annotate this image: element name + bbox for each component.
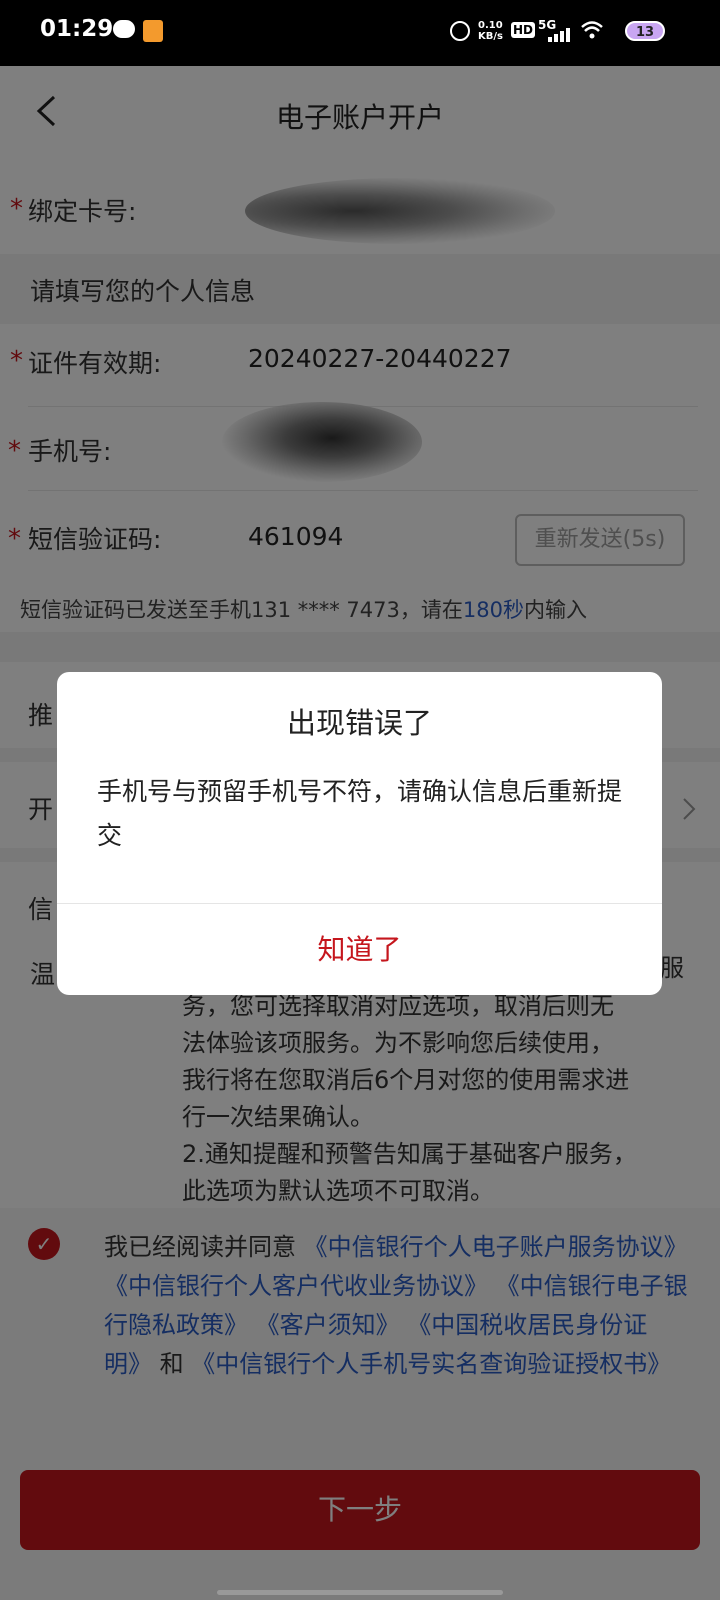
battery-indicator: 13 [625,21,665,41]
net-speed: 0.10 KB/s [478,20,503,42]
hd-icon: HD [511,22,536,38]
status-time: 01:29 [40,16,114,42]
wifi-icon [580,20,604,40]
dialog-title: 出现错误了 [286,706,432,740]
dialog-ok-button[interactable]: 知道了 [57,904,662,995]
signal-icon [548,28,572,42]
chat-bubble-icon [113,20,135,38]
alarm-icon [450,21,470,41]
home-indicator[interactable] [217,1590,503,1595]
dialog-message: 手机号与预留手机号不符，请确认信息后重新提交 [97,777,623,850]
app-notification-icon [143,20,163,42]
error-dialog: 出现错误了 手机号与预留手机号不符，请确认信息后重新提交 知道了 [57,672,662,995]
